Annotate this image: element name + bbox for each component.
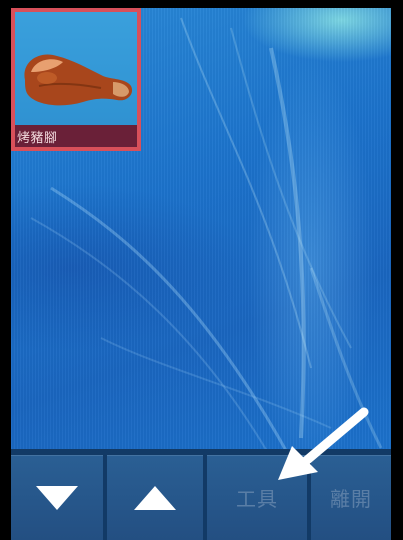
item-label-bar: 烤豬腳 [15, 125, 137, 147]
arrow-down-icon [36, 485, 78, 510]
scroll-down-button[interactable] [11, 455, 103, 540]
tools-button-label: 工具 [236, 487, 278, 511]
exit-button[interactable]: 離開 [311, 455, 391, 540]
bottom-toolbar: 工具 離開 [11, 449, 391, 540]
scroll-up-button[interactable] [107, 455, 203, 540]
game-screen: 烤豬腳 工具 離開 [11, 8, 391, 540]
exit-button-label: 離開 [330, 487, 372, 511]
tools-button[interactable]: 工具 [207, 455, 307, 540]
arrow-up-icon [134, 485, 176, 510]
roast-pork-knuckle-icon [24, 54, 133, 106]
item-label: 烤豬腳 [17, 130, 58, 146]
inventory-item-slot[interactable]: 烤豬腳 [11, 8, 141, 151]
